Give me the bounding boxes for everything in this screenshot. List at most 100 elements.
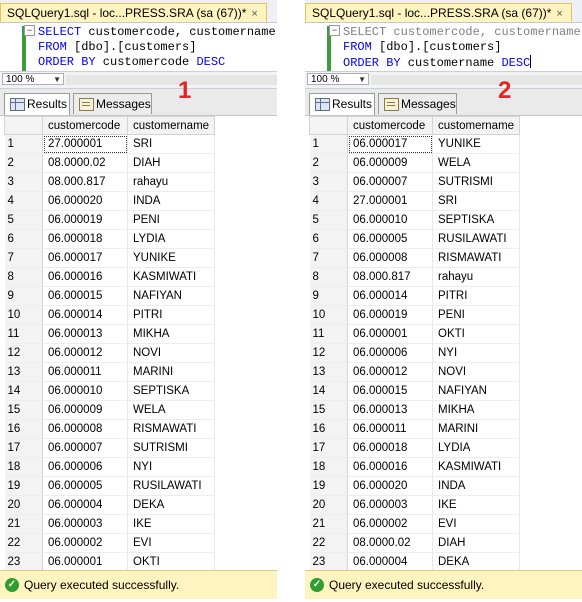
table-row[interactable]: 13 06.000012 NOVI	[309, 362, 521, 382]
customercode-cell[interactable]: 06.000001	[347, 324, 433, 344]
table-row[interactable]: 22 06.000002 EVI	[4, 533, 216, 553]
table-row[interactable]: 4 27.000001 SRI	[309, 191, 521, 211]
customercode-cell[interactable]: 06.000014	[42, 305, 128, 325]
row-number[interactable]: 20	[309, 495, 348, 515]
customername-cell[interactable]: SRI	[432, 191, 521, 211]
customercode-cell[interactable]: 06.000020	[42, 191, 128, 211]
row-number[interactable]: 5	[4, 210, 43, 230]
customercode-cell[interactable]: 06.000019	[42, 210, 128, 230]
table-row[interactable]: 6 06.000018 LYDIA	[4, 229, 216, 249]
row-number[interactable]: 6	[309, 229, 348, 249]
table-row[interactable]: 11 06.000001 OKTI	[309, 324, 521, 344]
customername-cell[interactable]: RUSILAWATI	[432, 229, 521, 249]
row-number[interactable]: 23	[4, 552, 43, 570]
table-row[interactable]: 8 06.000016 KASMIWATI	[4, 267, 216, 287]
customercode-cell[interactable]: 06.000020	[347, 476, 433, 496]
results-grid[interactable]: customercode customername 1 27.000001 SRI 2…	[0, 116, 277, 570]
customername-cell[interactable]: PENI	[127, 210, 216, 230]
tab-messages[interactable]: Messages	[73, 93, 152, 114]
customername-cell[interactable]: IKE	[432, 495, 521, 515]
close-icon[interactable]: ×	[251, 8, 257, 20]
chevron-down-icon[interactable]: ▼	[358, 74, 366, 86]
table-row[interactable]: 22 08.0000.02 DIAH	[309, 533, 521, 553]
customercode-cell[interactable]: 06.000011	[42, 362, 128, 382]
table-row[interactable]: 14 06.000015 NAFIYAN	[309, 381, 521, 401]
customercode-cell[interactable]: 06.000010	[42, 381, 128, 401]
customername-cell[interactable]: INDA	[432, 476, 521, 496]
customercode-cell[interactable]: 27.000001	[42, 134, 128, 154]
customercode-cell[interactable]: 06.000008	[42, 419, 128, 439]
table-row[interactable]: 19 06.000005 RUSILAWATI	[4, 476, 216, 496]
column-header-customercode[interactable]: customercode	[42, 116, 128, 135]
row-number[interactable]: 21	[4, 514, 43, 534]
customername-cell[interactable]: YUNIKE	[432, 134, 521, 154]
customername-cell[interactable]: RISMAWATI	[432, 248, 521, 268]
table-row[interactable]: 1 27.000001 SRI	[4, 134, 216, 154]
zoom-dropdown[interactable]: 100 % ▼	[307, 73, 369, 85]
table-row[interactable]: 23 06.000004 DEKA	[309, 552, 521, 570]
row-number[interactable]: 7	[309, 248, 348, 268]
customercode-cell[interactable]: 06.000006	[42, 457, 128, 477]
row-number[interactable]: 2	[309, 153, 348, 173]
table-row[interactable]: 12 06.000012 NOVI	[4, 343, 216, 363]
tab-messages[interactable]: Messages	[378, 93, 457, 114]
customername-cell[interactable]: LYDIA	[127, 229, 216, 249]
row-header-corner[interactable]	[309, 116, 348, 135]
row-number[interactable]: 16	[4, 419, 43, 439]
sql-editor[interactable]: − SELECT customercode, customername FROM…	[0, 22, 277, 72]
customercode-cell[interactable]: 06.000007	[347, 172, 433, 192]
table-row[interactable]: 15 06.000009 WELA	[4, 400, 216, 420]
customercode-cell[interactable]: 06.000009	[42, 400, 128, 420]
row-number[interactable]: 17	[4, 438, 43, 458]
row-number[interactable]: 6	[4, 229, 43, 249]
customername-cell[interactable]: SEPTISKA	[127, 381, 216, 401]
customername-cell[interactable]: SUTRISMI	[127, 438, 216, 458]
customername-cell[interactable]: INDA	[127, 191, 216, 211]
row-number[interactable]: 8	[4, 267, 43, 287]
customername-cell[interactable]: NOVI	[432, 362, 521, 382]
customercode-cell[interactable]: 06.000018	[347, 438, 433, 458]
table-row[interactable]: 17 06.000018 LYDIA	[309, 438, 521, 458]
row-number[interactable]: 2	[4, 153, 43, 173]
customername-cell[interactable]: PITRI	[432, 286, 521, 306]
row-number[interactable]: 15	[309, 400, 348, 420]
customercode-cell[interactable]: 06.000007	[42, 438, 128, 458]
column-header-customername[interactable]: customername	[431, 116, 521, 135]
customername-cell[interactable]: MIKHA	[432, 400, 521, 420]
customercode-cell[interactable]: 06.000002	[347, 514, 433, 534]
customername-cell[interactable]: YUNIKE	[127, 248, 216, 268]
table-row[interactable]: 13 06.000011 MARINI	[4, 362, 216, 382]
customername-cell[interactable]: EVI	[127, 533, 216, 553]
customercode-cell[interactable]: 08.0000.02	[42, 153, 128, 173]
row-number[interactable]: 19	[4, 476, 43, 496]
customercode-cell[interactable]: 06.000015	[347, 381, 433, 401]
row-number[interactable]: 22	[309, 533, 348, 553]
row-number[interactable]: 19	[309, 476, 348, 496]
customercode-cell[interactable]: 06.000003	[42, 514, 128, 534]
customercode-cell[interactable]: 08.0000.02	[347, 533, 433, 553]
table-row[interactable]: 8 08.000.817 rahayu	[309, 267, 521, 287]
row-number[interactable]: 13	[309, 362, 348, 382]
table-row[interactable]: 19 06.000020 INDA	[309, 476, 521, 496]
chevron-down-icon[interactable]: ▼	[53, 74, 61, 86]
customercode-cell[interactable]: 06.000005	[42, 476, 128, 496]
table-row[interactable]: 18 06.000006 NYI	[4, 457, 216, 477]
row-number[interactable]: 10	[4, 305, 43, 325]
table-row[interactable]: 4 06.000020 INDA	[4, 191, 216, 211]
customername-cell[interactable]: DIAH	[432, 533, 521, 553]
customercode-cell[interactable]: 08.000.817	[42, 172, 128, 192]
customername-cell[interactable]: IKE	[127, 514, 216, 534]
row-number[interactable]: 21	[309, 514, 348, 534]
customercode-cell[interactable]: 06.000015	[42, 286, 128, 306]
customercode-cell[interactable]: 27.000001	[347, 191, 433, 211]
customername-cell[interactable]: DIAH	[127, 153, 216, 173]
table-row[interactable]: 20 06.000004 DEKA	[4, 495, 216, 515]
collapse-icon[interactable]: −	[329, 25, 340, 36]
customername-cell[interactable]: RUSILAWATI	[127, 476, 216, 496]
customercode-cell[interactable]: 06.000012	[42, 343, 128, 363]
row-number[interactable]: 16	[309, 419, 348, 439]
row-number[interactable]: 15	[4, 400, 43, 420]
table-row[interactable]: 16 06.000008 RISMAWATI	[4, 419, 216, 439]
customername-cell[interactable]: rahayu	[127, 172, 216, 192]
collapse-icon[interactable]: −	[24, 25, 35, 36]
